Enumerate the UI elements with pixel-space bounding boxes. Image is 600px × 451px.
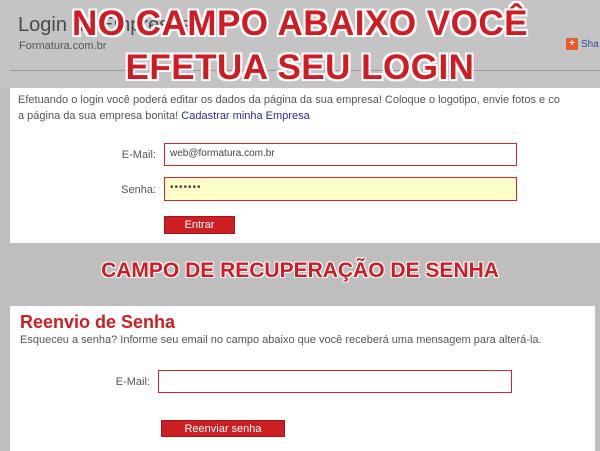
resend-password-button[interactable]: Reenviar senha <box>161 420 285 437</box>
overlay-caption-line-2: EFETUA SEU LOGIN <box>125 48 475 87</box>
register-company-link[interactable]: Cadastrar minha Empresa <box>181 110 309 122</box>
recovery-title: Reenvio de Senha <box>20 312 176 332</box>
password-field[interactable]: ••••••• <box>164 177 517 201</box>
overlay-caption-line-1: NO CAMPO ABAIXO VOCÊ <box>72 4 528 43</box>
recovery-email-label: E-Mail: <box>115 376 150 388</box>
login-intro-line-1: Efetuando o login você poderá editar os … <box>18 94 560 106</box>
recovery-section-heading: CAMPO DE RECUPERAÇÃO DE SENHA <box>101 259 499 282</box>
login-intro-line-2: a página da sua empresa bonita! Cadastra… <box>18 108 600 124</box>
login-submit-button[interactable]: Entrar <box>164 216 235 234</box>
password-label: Senha: <box>121 184 156 196</box>
email-label: E-Mail: <box>121 149 156 161</box>
login-intro-line-2-text: a página da sua empresa bonita! <box>18 110 179 122</box>
login-intro: Efetuando o login você poderá editar os … <box>18 92 600 124</box>
recovery-description: Esqueceu a senha? Informe seu email no c… <box>20 334 542 346</box>
recovery-email-field[interactable] <box>158 370 512 393</box>
login-form: Efetuando o login você poderá editar os … <box>10 88 600 243</box>
password-recovery-form: Reenvio de Senha Esqueceu a senha? Infor… <box>10 306 595 451</box>
email-field[interactable]: web@formatura.com.br <box>164 143 517 166</box>
